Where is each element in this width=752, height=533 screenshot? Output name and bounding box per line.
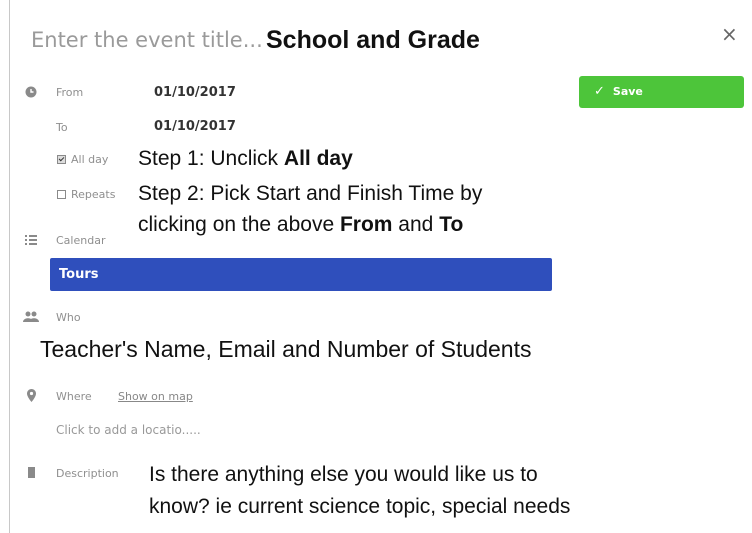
- from-label: From: [56, 86, 84, 99]
- repeats-label: Repeats: [71, 188, 116, 201]
- save-button[interactable]: ✓ Save: [579, 76, 744, 108]
- close-icon[interactable]: ×: [721, 22, 738, 46]
- calendar-select[interactable]: Tours: [50, 258, 552, 291]
- description-annotation: Is there anything else you would like us…: [149, 459, 729, 523]
- step-1-text: Step 1: Unclick: [138, 147, 284, 170]
- step-2-to: To: [439, 213, 464, 236]
- step-2-from: From: [339, 213, 393, 236]
- clock-icon: [25, 86, 37, 98]
- people-icon: [23, 311, 39, 322]
- step-2-line-1: Step 2: Pick Start and Finish Time by: [138, 182, 483, 205]
- list-icon: [25, 235, 37, 245]
- where-label: Where: [56, 390, 92, 403]
- show-on-map-link[interactable]: Show on map: [118, 390, 193, 403]
- from-date[interactable]: 01/10/2017: [154, 85, 236, 100]
- step-2-and: and: [392, 213, 440, 236]
- all-day-label: All day: [71, 153, 109, 166]
- description-line-2: know? ie current science topic, special …: [149, 495, 571, 518]
- step-1-all-day: All day: [283, 147, 353, 170]
- repeats-checkbox[interactable]: [57, 190, 66, 199]
- location-input[interactable]: Click to add a locatio.....: [56, 423, 201, 437]
- event-title-input[interactable]: Enter the event title...: [31, 28, 263, 52]
- who-annotation: Teacher's Name, Email and Number of Stud…: [40, 336, 532, 362]
- to-label: To: [56, 121, 68, 134]
- to-date[interactable]: 01/10/2017: [154, 119, 236, 134]
- checkmark-icon: ✓: [594, 84, 605, 99]
- title-annotation: School and Grade: [266, 26, 480, 54]
- save-label: Save: [612, 85, 643, 98]
- description-label: Description: [56, 467, 119, 480]
- dialog-left-border: [9, 0, 10, 533]
- who-label: Who: [56, 311, 81, 324]
- step-1-annotation: Step 1: Unclick All day: [138, 146, 353, 171]
- step-2-line-2: clicking on the above From and To: [138, 212, 463, 237]
- map-pin-icon: [27, 389, 36, 402]
- description-line-1: Is there anything else you would like us…: [149, 463, 538, 486]
- document-icon: [28, 467, 35, 478]
- all-day-checkbox[interactable]: [57, 155, 66, 164]
- step-2-text: clicking on the above: [138, 213, 340, 236]
- calendar-label: Calendar: [56, 234, 106, 247]
